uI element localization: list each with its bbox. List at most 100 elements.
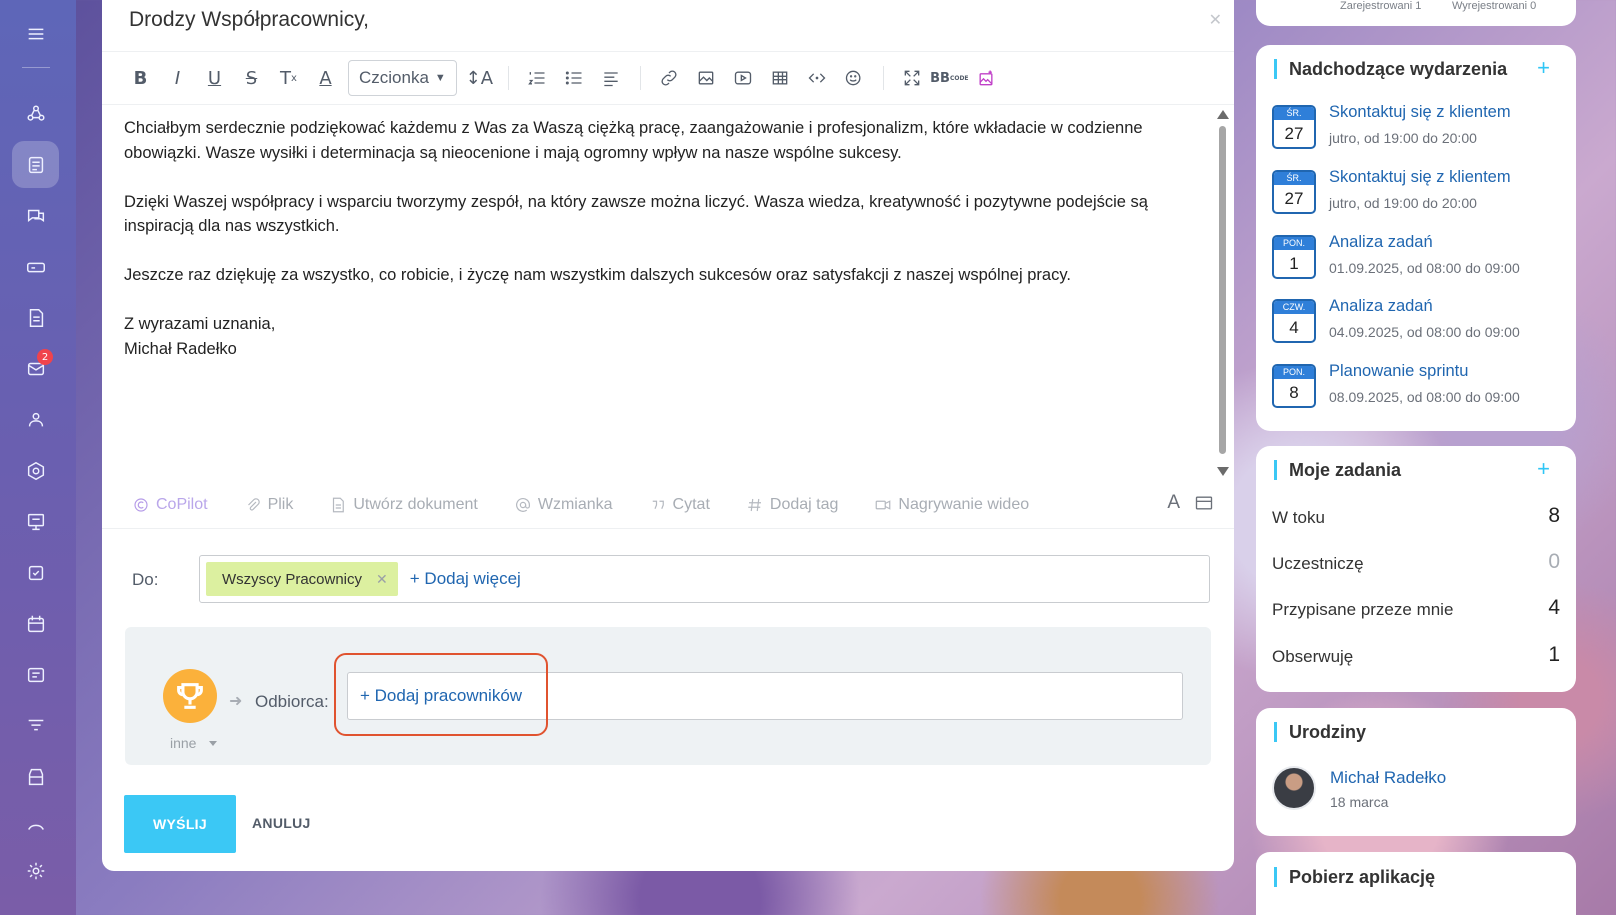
trophy-icon[interactable]	[163, 669, 217, 723]
text-format-toggle-icon[interactable]: A	[1167, 492, 1180, 514]
table-icon[interactable]	[762, 58, 799, 98]
event-title[interactable]: Analiza zadań	[1329, 233, 1433, 252]
recipients-field[interactable]: Wszyscy Pracownicy ✕ + Dodaj więcej	[199, 555, 1210, 603]
store-icon[interactable]	[12, 753, 59, 800]
documents-icon[interactable]	[12, 294, 59, 341]
quote-label: Cytat	[672, 496, 710, 513]
attachment-actions: CoPilot Plik Utwórz dokument Wzmianka Cy…	[132, 490, 1065, 520]
code-icon[interactable]	[799, 58, 836, 98]
scroll-thumb[interactable]	[1219, 126, 1226, 454]
add-task-icon[interactable]: +	[1537, 456, 1550, 482]
create-document-button[interactable]: Utwórz dokument	[329, 496, 478, 514]
crm-icon[interactable]	[12, 447, 59, 494]
calendar-icon[interactable]	[12, 600, 59, 647]
task-label: W toku	[1272, 508, 1325, 527]
feed-icon[interactable]	[12, 141, 59, 188]
italic-icon[interactable]: I	[159, 58, 196, 98]
bold-icon[interactable]: B	[122, 58, 159, 98]
task-row[interactable]: W toku 8	[1272, 504, 1560, 534]
file-label: Plik	[267, 496, 294, 513]
paragraph: Chciałbym serdecznie podziękować każdemu…	[124, 119, 1143, 162]
strikethrough-icon[interactable]: S	[233, 58, 270, 98]
video-record-label: Nagrywanie wideo	[898, 496, 1030, 513]
task-label: Obserwuję	[1272, 647, 1354, 666]
scroll-down-arrow[interactable]	[1217, 467, 1229, 476]
panel-toggle-icon[interactable]	[1194, 493, 1214, 513]
event-title[interactable]: Skontaktuj się z klientem	[1329, 168, 1511, 187]
mention-button[interactable]: Wzmianka	[514, 496, 613, 514]
bulleted-list-icon[interactable]	[556, 58, 593, 98]
upcoming-events-widget: Nadchodzące wydarzenia + ŚR. 27 Skontakt…	[1256, 45, 1576, 431]
text-color-icon[interactable]: A	[307, 58, 344, 98]
remove-chip-icon[interactable]: ✕	[376, 571, 388, 588]
scroll-up-arrow[interactable]	[1217, 110, 1229, 119]
emoji-icon[interactable]	[836, 58, 873, 98]
video-record-button[interactable]: Nagrywanie wideo	[874, 496, 1029, 514]
chevron-down-icon[interactable]	[209, 741, 217, 746]
registered-count: Zarejestrowani 1	[1340, 0, 1422, 12]
badge-category[interactable]: inne	[170, 735, 196, 751]
toolbar-separator	[639, 66, 641, 90]
people-icon[interactable]	[12, 396, 59, 443]
close-icon[interactable]: ✕	[1209, 10, 1222, 30]
drive-icon[interactable]	[12, 243, 59, 290]
event-title[interactable]: Analiza zadań	[1329, 297, 1433, 316]
event-weekday: CZW.	[1274, 301, 1314, 314]
bb-code-icon[interactable]: BB CODE	[930, 58, 968, 98]
menu-icon[interactable]	[12, 10, 59, 57]
task-row[interactable]: Obserwuję 1	[1272, 643, 1560, 673]
add-event-icon[interactable]: +	[1537, 55, 1550, 81]
contacts-icon[interactable]	[12, 651, 59, 698]
image-icon[interactable]	[688, 58, 725, 98]
recipient-chip[interactable]: Wszyscy Pracownicy ✕	[206, 562, 398, 596]
workgroups-icon[interactable]	[12, 498, 59, 545]
task-row[interactable]: Przypisane przeze mnie 4	[1272, 596, 1560, 626]
link-icon[interactable]	[651, 58, 688, 98]
collab-icon[interactable]	[12, 90, 59, 137]
file-button[interactable]: Plik	[244, 496, 294, 514]
cancel-button[interactable]: ANULUJ	[252, 815, 311, 831]
my-tasks-title[interactable]: Moje zadania	[1274, 460, 1401, 480]
task-row[interactable]: Uczestniczę 0	[1272, 550, 1560, 580]
align-icon[interactable]	[593, 58, 630, 98]
event-title[interactable]: Skontaktuj się z klientem	[1329, 103, 1511, 122]
fullscreen-icon[interactable]	[894, 58, 931, 98]
copilot-image-icon[interactable]	[968, 58, 1005, 98]
underline-icon[interactable]: U	[196, 58, 233, 98]
birthdays-title[interactable]: Urodziny	[1274, 722, 1366, 742]
filter-icon[interactable]	[12, 702, 59, 749]
tasks-icon[interactable]	[12, 549, 59, 596]
avatar[interactable]	[1272, 766, 1316, 810]
font-size-icon[interactable]: ↕A	[461, 58, 498, 98]
add-more-link[interactable]: + Dodaj więcej	[410, 569, 521, 589]
add-tag-button[interactable]: Dodaj tag	[746, 496, 838, 514]
calendar-date-icon: PON. 1	[1272, 235, 1316, 279]
mail-icon[interactable]: 2	[12, 345, 59, 392]
quote-button[interactable]: Cytat	[649, 496, 710, 514]
copilot-button[interactable]: CoPilot	[132, 496, 208, 514]
event-day: 27	[1284, 189, 1304, 208]
event-day: 8	[1289, 383, 1299, 402]
get-app-title[interactable]: Pobierz aplikację	[1274, 867, 1435, 887]
upcoming-events-title[interactable]: Nadchodzące wydarzenia	[1274, 59, 1507, 79]
video-icon[interactable]	[725, 58, 762, 98]
message-body[interactable]: Chciałbym serdecznie podziękować każdemu…	[124, 116, 1184, 361]
event-weekday: PON.	[1274, 366, 1314, 379]
sites-icon[interactable]	[12, 800, 59, 847]
event-day: 1	[1289, 254, 1299, 273]
chat-icon[interactable]	[12, 192, 59, 239]
birthday-person-name[interactable]: Michał Radełko	[1330, 768, 1446, 788]
calendar-date-icon: PON. 8	[1272, 364, 1316, 408]
event-title[interactable]: Planowanie sprintu	[1329, 362, 1468, 381]
clear-format-icon[interactable]: Tx	[270, 58, 307, 98]
birthdays-widget: Urodziny Michał Radełko 18 marca	[1256, 708, 1576, 836]
numbered-list-icon[interactable]	[519, 58, 556, 98]
task-count: 8	[1548, 504, 1560, 527]
send-button[interactable]: WYŚLIJ	[124, 795, 236, 853]
paragraph: Dzięki Waszej współpracy i wsparciu twor…	[124, 192, 1148, 236]
editor-scrollbar[interactable]	[1216, 110, 1230, 476]
settings-icon[interactable]	[12, 847, 59, 894]
message-title[interactable]: Drodzy Współpracownicy,	[129, 8, 369, 32]
font-select[interactable]: Czcionka ▼	[348, 60, 457, 96]
signature: Michał Radełko	[124, 339, 237, 358]
